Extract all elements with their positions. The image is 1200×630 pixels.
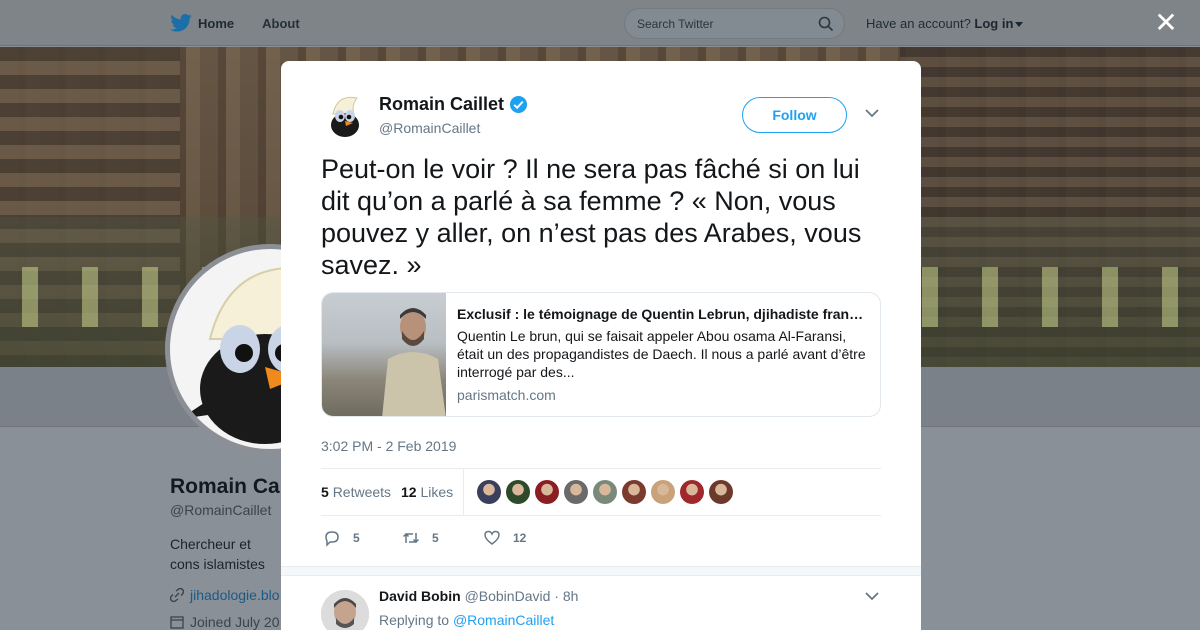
like-count: 12 <box>513 531 527 545</box>
profile-joined: Joined July 20 <box>170 614 280 630</box>
card-title[interactable]: Exclusif : le témoignage de Quentin Lebr… <box>457 306 867 322</box>
divider <box>321 515 881 516</box>
chevron-down-icon[interactable] <box>865 108 879 118</box>
liker-avatar[interactable] <box>622 480 646 504</box>
retweets-count: 5 <box>321 484 329 500</box>
heart-icon[interactable] <box>483 529 501 547</box>
twitter-bird-icon[interactable] <box>170 14 192 32</box>
reply-separator <box>281 566 921 576</box>
reply-action[interactable]: 5 <box>323 529 360 547</box>
like-action[interactable]: 12 <box>483 529 526 547</box>
card-description: Quentin Le brun, qui se faisait appeler … <box>457 328 866 380</box>
tweet-author-name[interactable]: Romain Caillet <box>379 94 504 115</box>
reply-count: 5 <box>353 531 360 545</box>
reply-author: David Bobin @BobinDavid · 8h <box>379 588 578 604</box>
replying-to-handle-link[interactable]: @RomainCaillet <box>453 612 554 628</box>
nav-home-link[interactable]: Home <box>198 16 234 31</box>
liker-avatar[interactable] <box>477 480 501 504</box>
reply-avatar-photo <box>321 590 369 630</box>
tweet-actions: 5 5 12 <box>321 523 621 553</box>
profile-joined-text: Joined July 20 <box>190 614 280 630</box>
retweet-action[interactable]: 5 <box>402 529 439 547</box>
tweet-timestamp[interactable]: 3:02 PM - 2 Feb 2019 <box>321 438 456 454</box>
reply-author-avatar[interactable] <box>321 590 369 630</box>
replying-to: Replying to @RomainCaillet <box>379 612 554 628</box>
calimero-avatar-icon <box>321 92 369 140</box>
chevron-down-icon[interactable] <box>1015 22 1024 28</box>
liker-avatar[interactable] <box>680 480 704 504</box>
reply-author-name[interactable]: David Bobin <box>379 588 461 604</box>
retweet-count: 5 <box>432 531 439 545</box>
top-navigation: Home About Search Twitter Have an accoun… <box>0 0 1200 46</box>
close-icon[interactable]: ✕ <box>1154 9 1178 37</box>
link-icon <box>170 588 184 602</box>
reply-author-handle[interactable]: @BobinDavid <box>465 588 551 604</box>
login-link[interactable]: Log in <box>974 16 1013 31</box>
likes-label: Likes <box>420 484 454 500</box>
liker-avatar[interactable] <box>506 480 530 504</box>
search-box[interactable]: Search Twitter <box>624 8 845 39</box>
retweet-icon[interactable] <box>402 529 420 547</box>
tweet-author-handle[interactable]: @RomainCaillet <box>379 120 480 136</box>
divider <box>463 469 464 516</box>
reply-icon[interactable] <box>323 529 341 547</box>
liker-avatar[interactable] <box>709 480 733 504</box>
likes-stat[interactable]: 12 Likes <box>401 484 453 500</box>
tweet-stats: 5 Retweets 12 Likes <box>321 469 881 516</box>
retweets-label: Retweets <box>332 484 392 500</box>
profile-bio: Chercheur et cons islamistes <box>170 536 265 572</box>
card-photo-person <box>382 308 446 416</box>
profile-website-link[interactable]: jihadologie.blo <box>170 587 280 603</box>
tweet-text: Peut-on le voir ? Il ne sera pas fâché s… <box>321 154 862 280</box>
tweet-author-avatar[interactable] <box>321 92 369 140</box>
tweet-modal: Romain Caillet @RomainCaillet Follow Peu… <box>281 61 921 630</box>
likes-count: 12 <box>401 484 417 500</box>
link-preview-card[interactable]: Exclusif : le témoignage de Quentin Lebr… <box>321 292 881 417</box>
replying-to-label: Replying to <box>379 612 450 628</box>
card-domain: parismatch.com <box>457 387 556 403</box>
retweets-stat[interactable]: 5 Retweets <box>321 484 391 500</box>
profile-handle: @RomainCaillet <box>170 502 272 518</box>
nav-about-link[interactable]: About <box>262 16 300 31</box>
liker-avatar[interactable] <box>564 480 588 504</box>
card-image[interactable] <box>322 293 446 416</box>
nav-left: Home About <box>170 0 328 46</box>
search-input[interactable]: Search Twitter <box>637 17 713 31</box>
profile-website-text[interactable]: jihadologie.blo <box>190 587 280 603</box>
have-account-text: Have an account? <box>866 16 971 31</box>
follow-button[interactable]: Follow <box>742 97 847 133</box>
liker-avatar[interactable] <box>651 480 675 504</box>
liker-avatar[interactable] <box>535 480 559 504</box>
calendar-icon <box>170 616 184 629</box>
verified-badge-icon <box>509 95 528 114</box>
chevron-down-icon[interactable] <box>865 591 879 601</box>
liker-avatar[interactable] <box>593 480 617 504</box>
account-area: Have an account? Log in <box>866 16 1024 31</box>
search-icon[interactable] <box>818 16 834 32</box>
profile-name: Romain Ca <box>170 475 280 498</box>
reply-time[interactable]: · 8h <box>554 588 578 604</box>
